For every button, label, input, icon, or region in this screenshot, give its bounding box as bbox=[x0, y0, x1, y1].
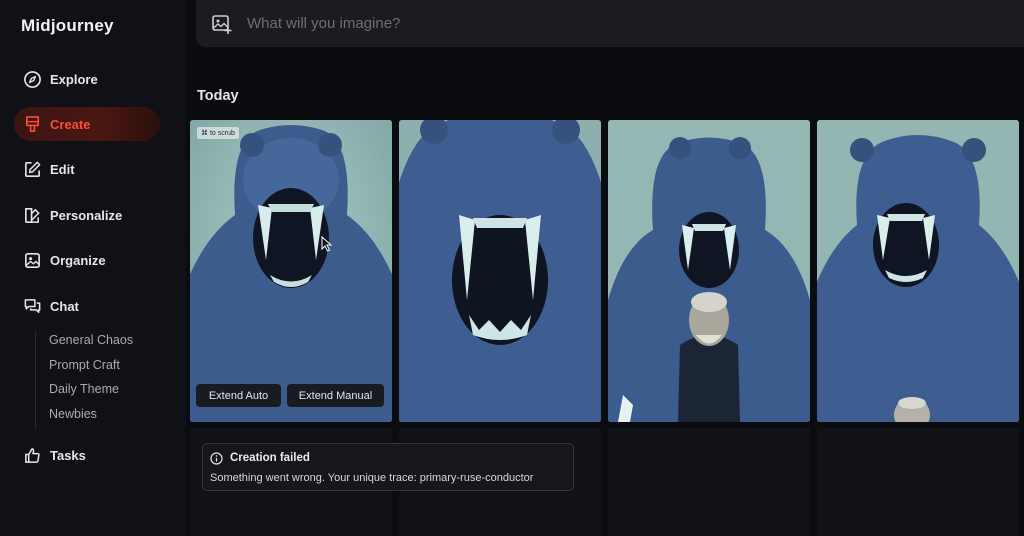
sidebar-item-create[interactable]: Create bbox=[14, 107, 160, 141]
sidebar-item-label: Organize bbox=[50, 252, 106, 268]
palette-icon bbox=[22, 205, 42, 225]
sidebar-item-chat[interactable]: Chat bbox=[14, 289, 160, 323]
image-icon bbox=[22, 250, 42, 270]
thumbs-up-icon bbox=[22, 445, 42, 465]
mouse-cursor-icon bbox=[321, 236, 333, 252]
generated-image-4[interactable] bbox=[817, 120, 1019, 422]
sidebar-item-personalize[interactable]: Personalize bbox=[14, 198, 160, 232]
error-toast: Creation failed Something went wrong. Yo… bbox=[202, 443, 574, 491]
extend-manual-button[interactable]: Extend Manual bbox=[287, 384, 384, 407]
generated-image-2[interactable] bbox=[399, 120, 601, 422]
sidebar-item-label: Tasks bbox=[50, 447, 86, 463]
generated-image-1[interactable] bbox=[190, 120, 392, 422]
info-icon bbox=[210, 451, 223, 465]
sidebar-item-label: Chat bbox=[50, 298, 79, 314]
sidebar-item-label: Create bbox=[50, 116, 91, 132]
sidebar: Midjourney Explore Create Edit Personali… bbox=[0, 0, 186, 536]
toast-message: Something went wrong. Your unique trace:… bbox=[210, 472, 534, 484]
chat-channel-newbies[interactable]: Newbies bbox=[49, 405, 175, 430]
generated-image-3[interactable] bbox=[608, 120, 810, 422]
edit-icon bbox=[22, 159, 42, 179]
section-title: Today bbox=[197, 88, 239, 104]
chat-channel-list: General Chaos Prompt Craft Daily Theme N… bbox=[35, 331, 175, 430]
sidebar-item-label: Personalize bbox=[50, 207, 123, 223]
toast-title: Creation failed bbox=[230, 452, 310, 464]
sidebar-item-explore[interactable]: Explore bbox=[14, 62, 160, 96]
pending-slot bbox=[817, 428, 1019, 536]
pending-slot bbox=[608, 428, 810, 536]
sidebar-item-label: Edit bbox=[50, 161, 75, 177]
app-logo[interactable]: Midjourney bbox=[21, 16, 114, 36]
compass-icon bbox=[22, 69, 42, 89]
sidebar-item-edit[interactable]: Edit bbox=[14, 152, 160, 186]
scrub-hint: ⌘ to scrub bbox=[197, 127, 239, 139]
prompt-bar bbox=[196, 0, 1024, 47]
brush-icon bbox=[22, 114, 42, 134]
add-image-icon[interactable] bbox=[211, 13, 233, 35]
prompt-input[interactable] bbox=[247, 15, 847, 32]
sidebar-item-organize[interactable]: Organize bbox=[14, 243, 160, 277]
extend-auto-button[interactable]: Extend Auto bbox=[196, 384, 281, 407]
sidebar-item-tasks[interactable]: Tasks bbox=[14, 438, 160, 472]
chat-channel-daily-theme[interactable]: Daily Theme bbox=[49, 380, 175, 405]
sidebar-item-label: Explore bbox=[50, 71, 98, 87]
chat-channel-general-chaos[interactable]: General Chaos bbox=[49, 331, 175, 356]
chat-channel-prompt-craft[interactable]: Prompt Craft bbox=[49, 356, 175, 381]
chat-icon bbox=[22, 296, 42, 316]
